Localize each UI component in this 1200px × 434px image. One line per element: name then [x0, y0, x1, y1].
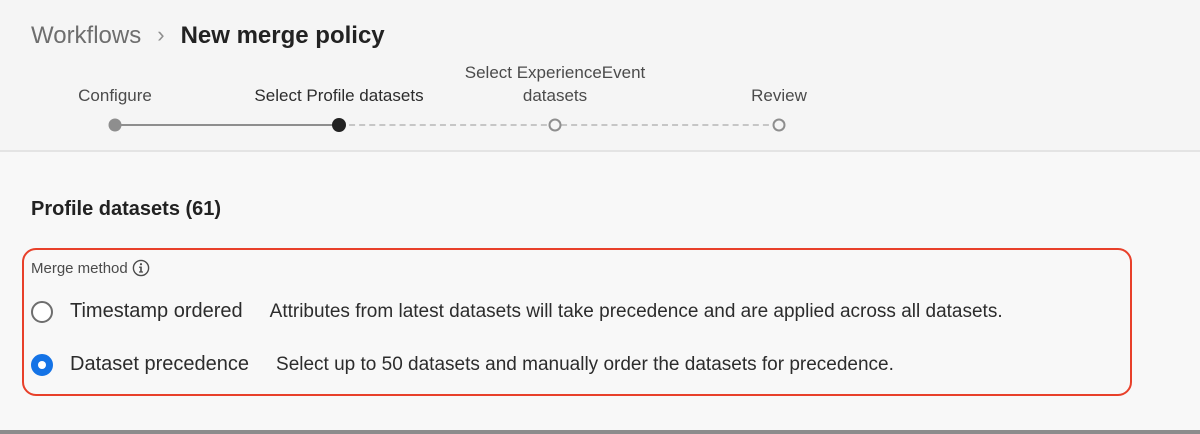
- radio-option-timestamp-ordered[interactable]: Timestamp ordered Attributes from latest…: [31, 300, 1003, 323]
- bottom-divider: [0, 430, 1200, 434]
- radio-button-dataset-precedence[interactable]: [31, 353, 53, 376]
- step-label-review: Review: [751, 86, 807, 105]
- step-connector-complete: [115, 124, 339, 126]
- step-marker-configure[interactable]: [108, 118, 122, 132]
- step-marker-select-experienceevent-datasets[interactable]: [548, 118, 562, 132]
- merge-method-label: Merge method: [31, 259, 150, 277]
- radio-description-timestamp-ordered: Attributes from latest datasets will tak…: [269, 300, 1003, 322]
- info-icon[interactable]: [132, 259, 150, 277]
- step-marker-select-profile-datasets[interactable]: [332, 118, 346, 132]
- step-label-select-experienceevent-datasets: Select ExperienceEvent datasets: [464, 63, 646, 105]
- radio-label-dataset-precedence[interactable]: Dataset precedence: [70, 353, 249, 376]
- radio-option-dataset-precedence[interactable]: Dataset precedence Select up to 50 datas…: [31, 353, 894, 376]
- workflow-header: Workflows › New merge policy Configure S…: [0, 0, 1200, 152]
- section-title: Profile datasets (61): [31, 198, 222, 220]
- step-marker-review[interactable]: [772, 118, 786, 132]
- radio-button-timestamp-ordered[interactable]: [31, 300, 53, 323]
- step-label-configure: Configure: [78, 86, 152, 105]
- step-label-select-profile-datasets: Select Profile datasets: [254, 86, 424, 105]
- progress-stepper: Configure Select Profile datasets Select…: [0, 0, 1200, 150]
- merge-method-label-text: Merge method: [31, 259, 128, 277]
- radio-label-timestamp-ordered[interactable]: Timestamp ordered: [70, 300, 243, 323]
- radio-description-dataset-precedence: Select up to 50 datasets and manually or…: [276, 353, 894, 375]
